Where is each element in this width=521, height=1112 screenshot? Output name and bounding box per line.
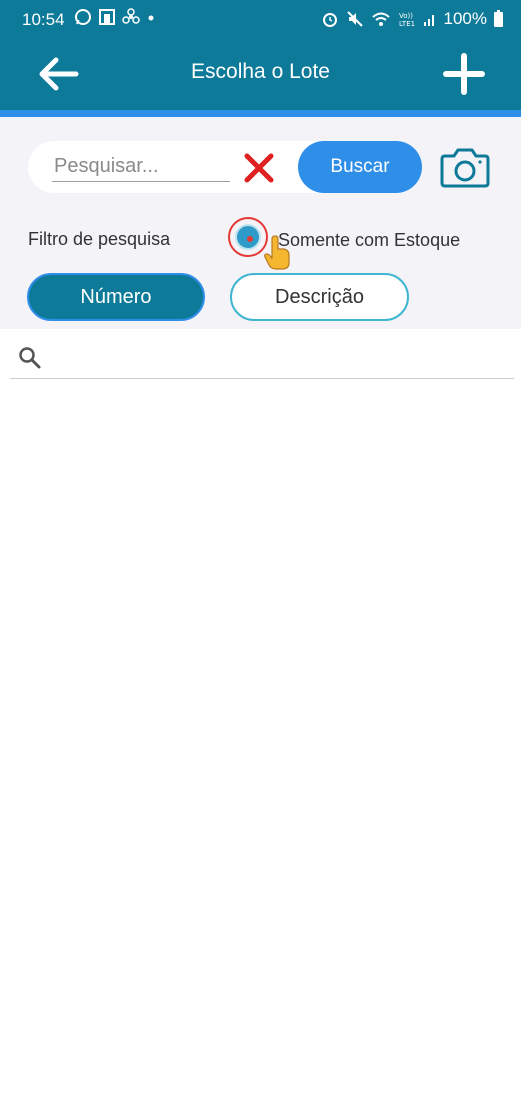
list-search-bar (10, 330, 514, 379)
wifi-icon (371, 12, 390, 26)
battery-icon (494, 9, 503, 27)
buscar-button[interactable]: Buscar (298, 141, 422, 193)
status-bar: 10:54 Vo)) LTE1 100% (0, 0, 521, 36)
status-time: 10:54 (22, 10, 65, 29)
clear-search-button[interactable] (242, 151, 276, 185)
alarm-icon (322, 13, 337, 27)
magnifier-icon (19, 347, 41, 369)
tab-numero[interactable]: Número (27, 273, 205, 321)
filter-label: Filtro de pesquisa (28, 229, 171, 249)
add-button[interactable] (442, 52, 486, 96)
fan-icon (122, 8, 140, 24)
signal-icon (423, 15, 434, 26)
volte-icon: Vo))LTE1 (399, 12, 415, 28)
app-icon (99, 9, 115, 25)
checkbox-circle (235, 224, 261, 250)
camera-icon (440, 148, 490, 188)
whatsapp-icon (75, 9, 91, 25)
svg-text:Vo)): Vo)) (399, 12, 413, 20)
stock-only-label: Somente com Estoque (278, 230, 461, 250)
app-bar: Escolha o Lote (0, 36, 521, 110)
results-list (0, 380, 521, 1112)
search-panel: Buscar Filtro de pesquisa Somente com Es… (0, 117, 521, 329)
close-x-icon (244, 153, 274, 183)
list-search-input[interactable] (54, 342, 508, 372)
search-input[interactable] (52, 151, 230, 182)
camera-button[interactable] (438, 147, 492, 189)
battery-text: 100% (443, 9, 487, 28)
mute-icon (346, 11, 363, 27)
plus-icon (443, 53, 485, 95)
svg-text:LTE1: LTE1 (399, 20, 415, 28)
dot-icon (148, 15, 154, 21)
tab-descricao[interactable]: Descrição (230, 273, 409, 321)
app-bar-accent (0, 110, 521, 117)
